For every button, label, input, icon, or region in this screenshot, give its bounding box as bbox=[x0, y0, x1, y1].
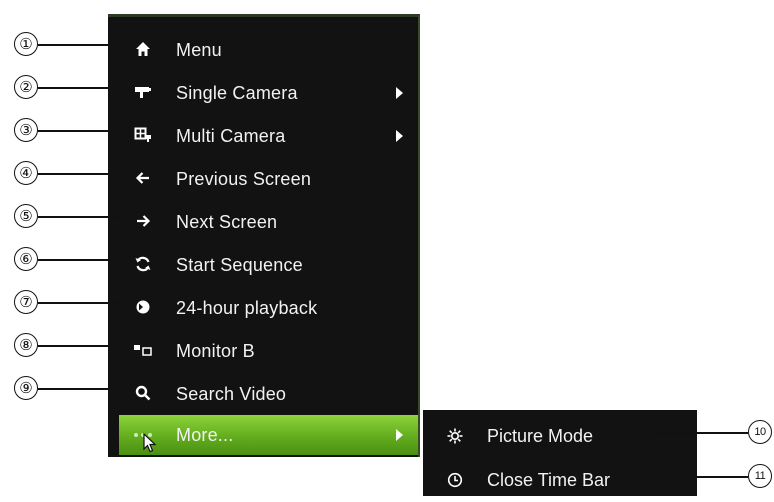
submenu-arrow-icon bbox=[396, 87, 403, 99]
callout-leader-line bbox=[38, 259, 124, 261]
callout-4: ④ bbox=[14, 161, 38, 185]
menu-item-label: Search Video bbox=[176, 384, 287, 404]
callout-leader-line bbox=[656, 476, 748, 478]
multi-camera-icon bbox=[132, 124, 154, 146]
submenu-item-label: Picture Mode bbox=[487, 426, 594, 446]
menu-item-label: Monitor B bbox=[176, 341, 255, 361]
context-menu: Menu Single Camera Multi Camera Previous… bbox=[108, 14, 420, 457]
menu-item-label: Menu bbox=[176, 40, 222, 60]
callout-8: ⑧ bbox=[14, 333, 38, 357]
callout-leader-line bbox=[38, 87, 124, 89]
picture-mode-icon bbox=[445, 426, 465, 446]
menu-item-label: Multi Camera bbox=[176, 126, 286, 146]
callout-leader-line bbox=[38, 130, 124, 132]
mouse-cursor-icon bbox=[143, 432, 157, 458]
callout-1: ① bbox=[14, 32, 38, 56]
refresh-icon bbox=[132, 253, 154, 275]
callout-5: ⑤ bbox=[14, 204, 38, 228]
callout-leader-line bbox=[38, 44, 124, 46]
menu-item-label: Next Screen bbox=[176, 212, 278, 232]
menu-item-menu[interactable]: Menu bbox=[108, 30, 418, 70]
callout-10: 10 bbox=[748, 420, 772, 444]
submenu-item-picture-mode[interactable]: Picture Mode bbox=[423, 418, 697, 458]
callout-9: ⑨ bbox=[14, 376, 38, 400]
menu-item-label: More... bbox=[176, 425, 234, 445]
arrow-right-icon bbox=[132, 210, 154, 232]
more-submenu: Picture Mode Close Time Bar bbox=[423, 410, 697, 496]
menu-item-next-screen[interactable]: Next Screen bbox=[108, 202, 418, 242]
menu-item-search-video[interactable]: Search Video bbox=[108, 374, 418, 414]
callout-11: 11 bbox=[748, 464, 772, 488]
menu-item-single-camera[interactable]: Single Camera bbox=[108, 73, 418, 113]
callout-2: ② bbox=[14, 75, 38, 99]
menu-item-start-sequence[interactable]: Start Sequence bbox=[108, 245, 418, 285]
menu-item-label: Previous Screen bbox=[176, 169, 312, 189]
submenu-arrow-icon bbox=[396, 429, 403, 441]
camera-icon bbox=[132, 81, 154, 103]
callout-7: ⑦ bbox=[14, 290, 38, 314]
submenu-item-close-time-bar[interactable]: Close Time Bar bbox=[423, 462, 697, 502]
menu-item-label: Start Sequence bbox=[176, 255, 303, 275]
search-icon bbox=[132, 382, 154, 404]
callout-leader-line bbox=[38, 302, 124, 304]
playback-icon bbox=[132, 296, 154, 318]
callout-leader-line bbox=[38, 388, 124, 390]
callout-6: ⑥ bbox=[14, 247, 38, 271]
callout-leader-line bbox=[38, 173, 124, 175]
submenu-arrow-icon bbox=[396, 130, 403, 142]
menu-item-previous-screen[interactable]: Previous Screen bbox=[108, 159, 418, 199]
menu-item-monitor-b[interactable]: Monitor B bbox=[108, 331, 418, 371]
menu-item-label: Single Camera bbox=[176, 83, 298, 103]
monitor-icon bbox=[132, 339, 154, 361]
menu-item-24-hour-playback[interactable]: 24-hour playback bbox=[108, 288, 418, 328]
callout-leader-line bbox=[656, 432, 748, 434]
menu-item-label: 24-hour playback bbox=[176, 298, 318, 318]
menu-item-more[interactable]: More... bbox=[119, 415, 418, 455]
arrow-left-icon bbox=[132, 167, 154, 189]
clock-icon bbox=[445, 470, 465, 490]
submenu-item-label: Close Time Bar bbox=[487, 470, 611, 490]
menu-item-multi-camera[interactable]: Multi Camera bbox=[108, 116, 418, 156]
callout-leader-line bbox=[38, 216, 124, 218]
callout-3: ③ bbox=[14, 118, 38, 142]
home-icon bbox=[132, 38, 154, 60]
callout-leader-line bbox=[38, 345, 124, 347]
